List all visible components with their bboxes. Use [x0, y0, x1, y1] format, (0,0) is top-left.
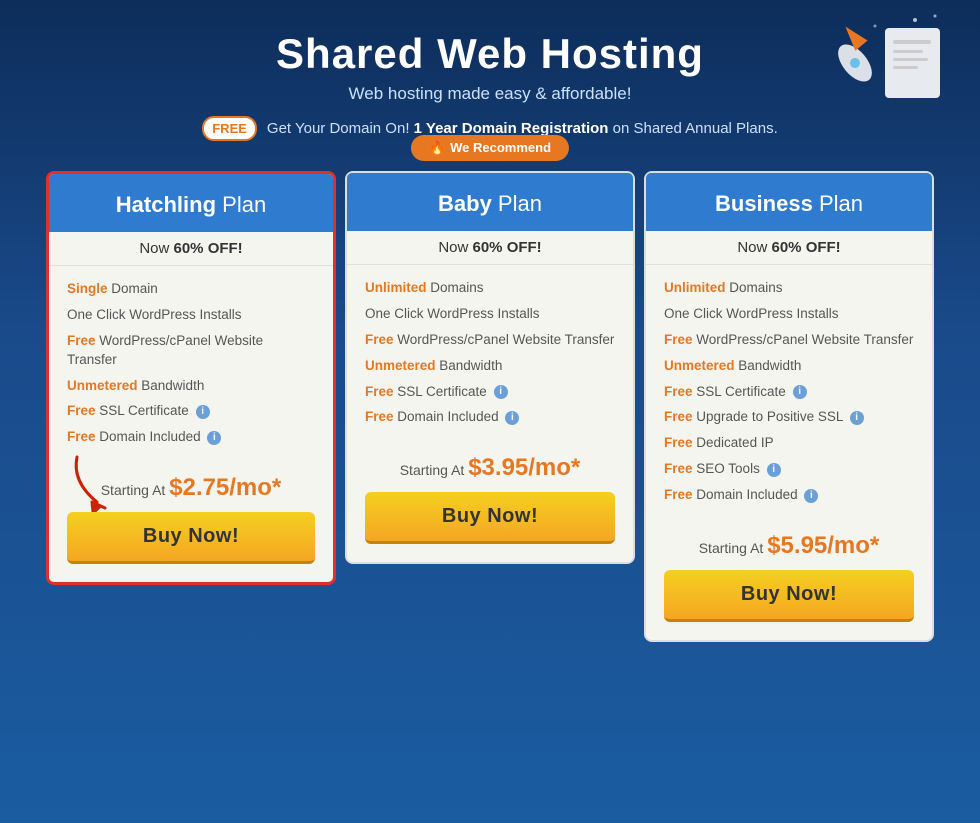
feature-item: Free WordPress/cPanel Website Transfer — [664, 331, 914, 350]
info-icon[interactable]: i — [505, 411, 519, 425]
info-icon[interactable]: i — [804, 489, 818, 503]
page-wrapper: Shared Web Hosting Web hosting made easy… — [0, 0, 980, 823]
feature-item: Free SSL Certificate i — [67, 402, 315, 421]
feature-item: Unmetered Bandwidth — [664, 357, 914, 376]
feature-item: Free WordPress/cPanel Website Transfer — [67, 332, 315, 370]
free-badge: FREE — [202, 116, 257, 141]
baby-features-list: Unlimited Domains One Click WordPress In… — [347, 265, 633, 444]
baby-starting-at: Starting At $3.95/mo* — [365, 454, 615, 482]
feature-item: Free Domain Included i — [664, 486, 914, 505]
feature-item: Single Domain — [67, 280, 315, 299]
hatchling-card-header: Hatchling Plan — [49, 174, 333, 232]
plans-container: Hatchling Plan Now 60% OFF! Single Domai… — [20, 171, 960, 642]
hatchling-buy-button[interactable]: Buy Now! — [67, 512, 315, 564]
info-icon[interactable]: i — [196, 405, 210, 419]
feature-item: Unmetered Bandwidth — [365, 357, 615, 376]
feature-item: Free SEO Tools i — [664, 460, 914, 479]
business-buy-button[interactable]: Buy Now! — [664, 570, 914, 622]
info-icon[interactable]: i — [767, 463, 781, 477]
feature-item: Free Dedicated IP — [664, 434, 914, 453]
business-discount: Now 60% OFF! — [646, 231, 932, 265]
business-card-header: Business Plan — [646, 173, 932, 231]
feature-item: Unlimited Domains — [664, 279, 914, 298]
hatchling-card-footer: Starting At $2.75/mo* Buy Now! — [49, 464, 333, 582]
business-price: $5.95/mo* — [767, 532, 879, 559]
feature-item: Free Domain Included i — [67, 428, 315, 447]
business-starting-at: Starting At $5.95/mo* — [664, 532, 914, 560]
feature-item: One Click WordPress Installs — [365, 305, 615, 324]
baby-discount: Now 60% OFF! — [347, 231, 633, 265]
hatchling-discount: Now 60% OFF! — [49, 232, 333, 266]
feature-item: One Click WordPress Installs — [67, 306, 315, 325]
feature-item: One Click WordPress Installs — [664, 305, 914, 324]
baby-plan-card: We Recommend Baby Plan Now 60% OFF! Unli… — [345, 171, 635, 564]
info-icon[interactable]: i — [793, 385, 807, 399]
page-header: Shared Web Hosting Web hosting made easy… — [20, 30, 960, 141]
hatchling-price: $2.75/mo* — [169, 474, 281, 501]
business-features-list: Unlimited Domains One Click WordPress In… — [646, 265, 932, 522]
business-card-footer: Starting At $5.95/mo* Buy Now! — [646, 522, 932, 640]
hatchling-plan-card: Hatchling Plan Now 60% OFF! Single Domai… — [46, 171, 336, 585]
feature-item: Free Domain Included i — [365, 408, 615, 427]
info-icon[interactable]: i — [494, 385, 508, 399]
baby-buy-button[interactable]: Buy Now! — [365, 492, 615, 544]
info-icon[interactable]: i — [850, 411, 864, 425]
feature-item: Free Upgrade to Positive SSL i — [664, 408, 914, 427]
page-subtitle: Web hosting made easy & affordable! — [20, 84, 960, 104]
baby-price: $3.95/mo* — [468, 454, 580, 481]
baby-plan-name: Baby Plan — [362, 191, 618, 217]
hatchling-plan-name: Hatchling Plan — [64, 192, 318, 218]
baby-card-footer: Starting At $3.95/mo* Buy Now! — [347, 444, 633, 562]
hatchling-starting-at: Starting At $2.75/mo* — [67, 474, 315, 502]
feature-item: Free SSL Certificate i — [365, 383, 615, 402]
feature-item: Unmetered Bandwidth — [67, 377, 315, 396]
hatchling-features-list: Single Domain One Click WordPress Instal… — [49, 266, 333, 464]
feature-item: Free SSL Certificate i — [664, 383, 914, 402]
feature-item: Free WordPress/cPanel Website Transfer — [365, 331, 615, 350]
page-title: Shared Web Hosting — [20, 30, 960, 78]
info-icon[interactable]: i — [207, 431, 221, 445]
feature-item: Unlimited Domains — [365, 279, 615, 298]
business-plan-card: Business Plan Now 60% OFF! Unlimited Dom… — [644, 171, 934, 642]
baby-card-header: Baby Plan — [347, 173, 633, 231]
business-plan-name: Business Plan — [661, 191, 917, 217]
recommend-badge: We Recommend — [411, 135, 569, 161]
